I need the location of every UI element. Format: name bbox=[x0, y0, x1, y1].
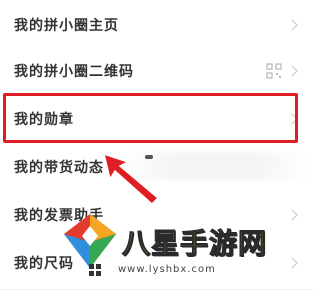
watermark-url: www.lyshbx.com bbox=[118, 264, 216, 275]
pointer-arrow-icon bbox=[102, 152, 160, 206]
chevron-right-icon bbox=[286, 257, 298, 269]
chevron-right-icon bbox=[286, 19, 298, 31]
chevron-right-icon bbox=[286, 209, 298, 221]
menu-item-label: 我的拼小圈二维码 bbox=[14, 64, 134, 80]
chevron-right-icon bbox=[286, 65, 298, 77]
windows-icon bbox=[89, 264, 101, 276]
highlight-box bbox=[3, 93, 298, 143]
menu-item-label: 我的带货动态 bbox=[14, 160, 104, 176]
qr-code-icon bbox=[266, 63, 282, 79]
menu-item-pinxiaoquan-qrcode[interactable]: 我的拼小圈二维码 bbox=[0, 45, 314, 98]
menu-item-label: 我的拼小圈主页 bbox=[14, 18, 119, 34]
watermark-title: 八星手游网 bbox=[121, 227, 268, 261]
site-logo-icon bbox=[64, 214, 116, 268]
